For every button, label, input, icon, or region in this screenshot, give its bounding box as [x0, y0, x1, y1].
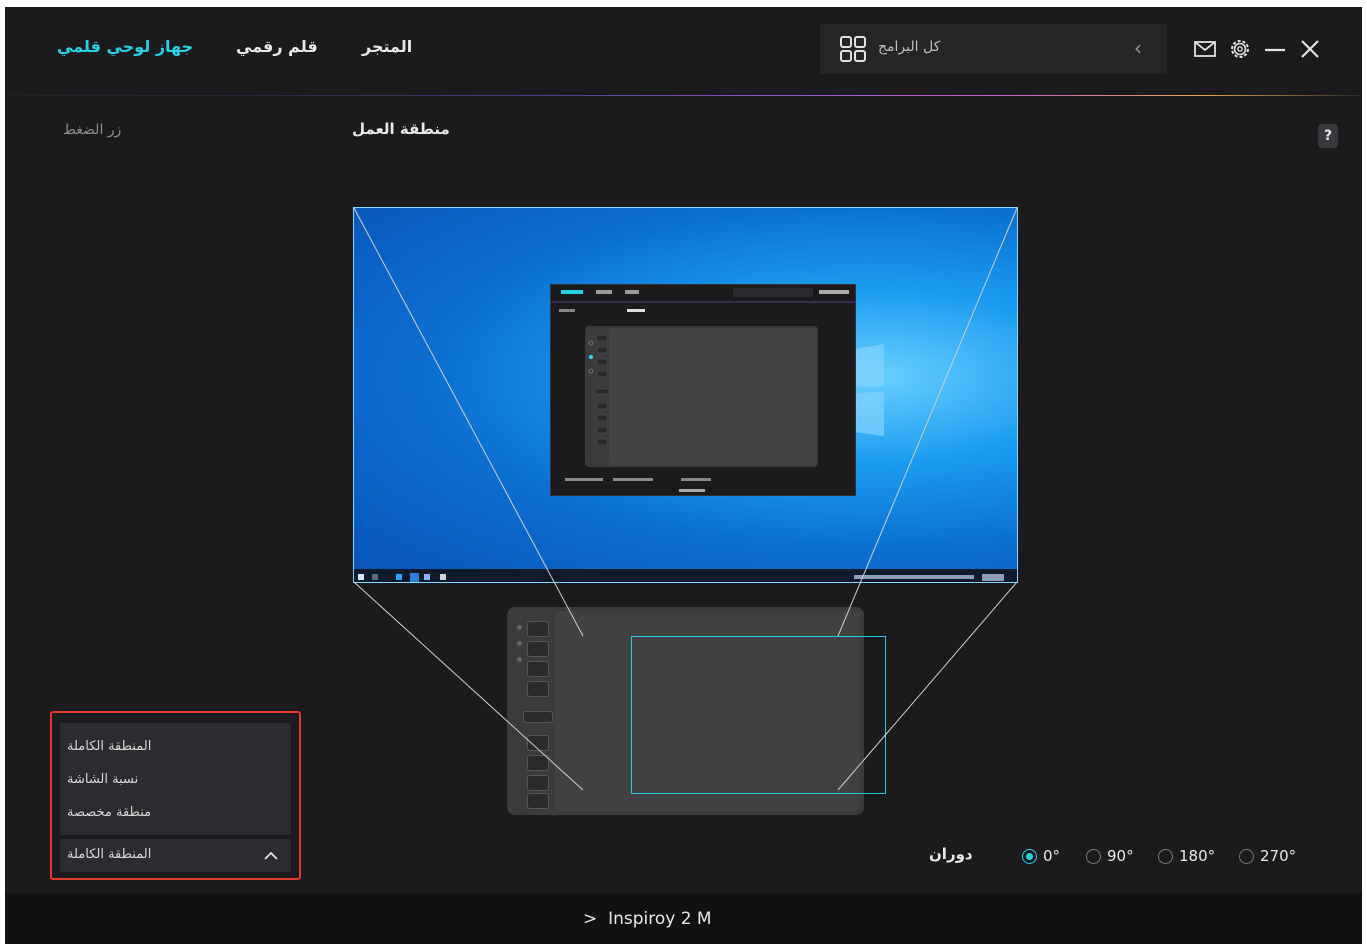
pressure-button-tab[interactable]: زر الضغط	[63, 122, 121, 138]
option-screen-ratio[interactable]: نسبة الشاشة	[60, 763, 291, 796]
rotation-90-label: 90°	[1107, 847, 1134, 865]
express-key	[527, 775, 549, 791]
express-key	[527, 621, 549, 637]
indicator-dot	[517, 625, 522, 630]
radio-circle	[1022, 849, 1037, 864]
indicator-dot	[517, 641, 522, 646]
app-selector-label: كل البرامج	[878, 39, 941, 55]
tab-digital-pen[interactable]: قلم رقمي	[236, 37, 318, 56]
work-area-tab[interactable]: منطقة العمل	[352, 120, 450, 138]
radio-circle	[1086, 849, 1101, 864]
apps-grid-icon	[840, 36, 866, 62]
mapping-mode-value: المنطقة الكاملة	[67, 847, 152, 862]
express-keys	[513, 617, 553, 809]
chevron-right-icon: >	[583, 909, 598, 929]
active-area-rectangle[interactable]	[631, 636, 886, 794]
chevron-up-icon	[264, 851, 278, 860]
close-icon[interactable]	[1296, 35, 1324, 63]
device-bar: > Inspiroy 2 M	[5, 893, 1362, 944]
express-key	[527, 735, 549, 751]
rotation-0-label: 0°	[1043, 847, 1061, 865]
top-bar: جهاز لوحي قلمي قلم رقمي المتجر كل البرام…	[5, 7, 1362, 95]
chevron-left-icon[interactable]: ‹	[1134, 36, 1142, 60]
express-key	[527, 793, 549, 809]
express-key	[527, 641, 549, 657]
header-divider	[5, 95, 1362, 96]
help-icon[interactable]: ?	[1318, 124, 1338, 148]
option-custom-area[interactable]: منطقة مخصصة	[60, 796, 291, 829]
express-key-wide	[523, 711, 553, 723]
gear-icon[interactable]	[1226, 35, 1254, 63]
radio-circle	[1239, 849, 1254, 864]
mail-icon[interactable]	[1191, 35, 1219, 63]
express-key	[527, 681, 549, 697]
windows-taskbar	[354, 569, 1017, 582]
express-key	[527, 755, 549, 771]
express-key	[527, 661, 549, 677]
indicator-dot	[517, 657, 522, 662]
tab-pen-tablet[interactable]: جهاز لوحي قلمي	[57, 37, 193, 56]
mapping-options-list: المنطقة الكاملة نسبة الشاشة منطقة مخصصة	[60, 723, 291, 835]
screen-preview	[353, 207, 1018, 583]
minimize-icon[interactable]	[1261, 35, 1289, 63]
app-thumbnail	[550, 284, 856, 496]
rotation-180-label: 180°	[1179, 847, 1216, 865]
rotation-label: دوران	[929, 845, 973, 863]
tablet-preview	[507, 607, 886, 815]
tablet-surface	[555, 611, 886, 811]
app-selector[interactable]: كل البرامج ‹	[820, 24, 1167, 74]
device-name: Inspiroy 2 M	[608, 909, 712, 929]
tab-store[interactable]: المتجر	[362, 37, 412, 56]
rotation-270-label: 270°	[1260, 847, 1297, 865]
mapping-mode-select[interactable]: المنطقة الكاملة	[60, 839, 291, 872]
tablet-driver-window: جهاز لوحي قلمي قلم رقمي المتجر كل البرام…	[5, 7, 1362, 944]
option-full-area[interactable]: المنطقة الكاملة	[60, 730, 291, 763]
radio-circle	[1158, 849, 1173, 864]
device-selector[interactable]: > Inspiroy 2 M	[583, 909, 712, 929]
